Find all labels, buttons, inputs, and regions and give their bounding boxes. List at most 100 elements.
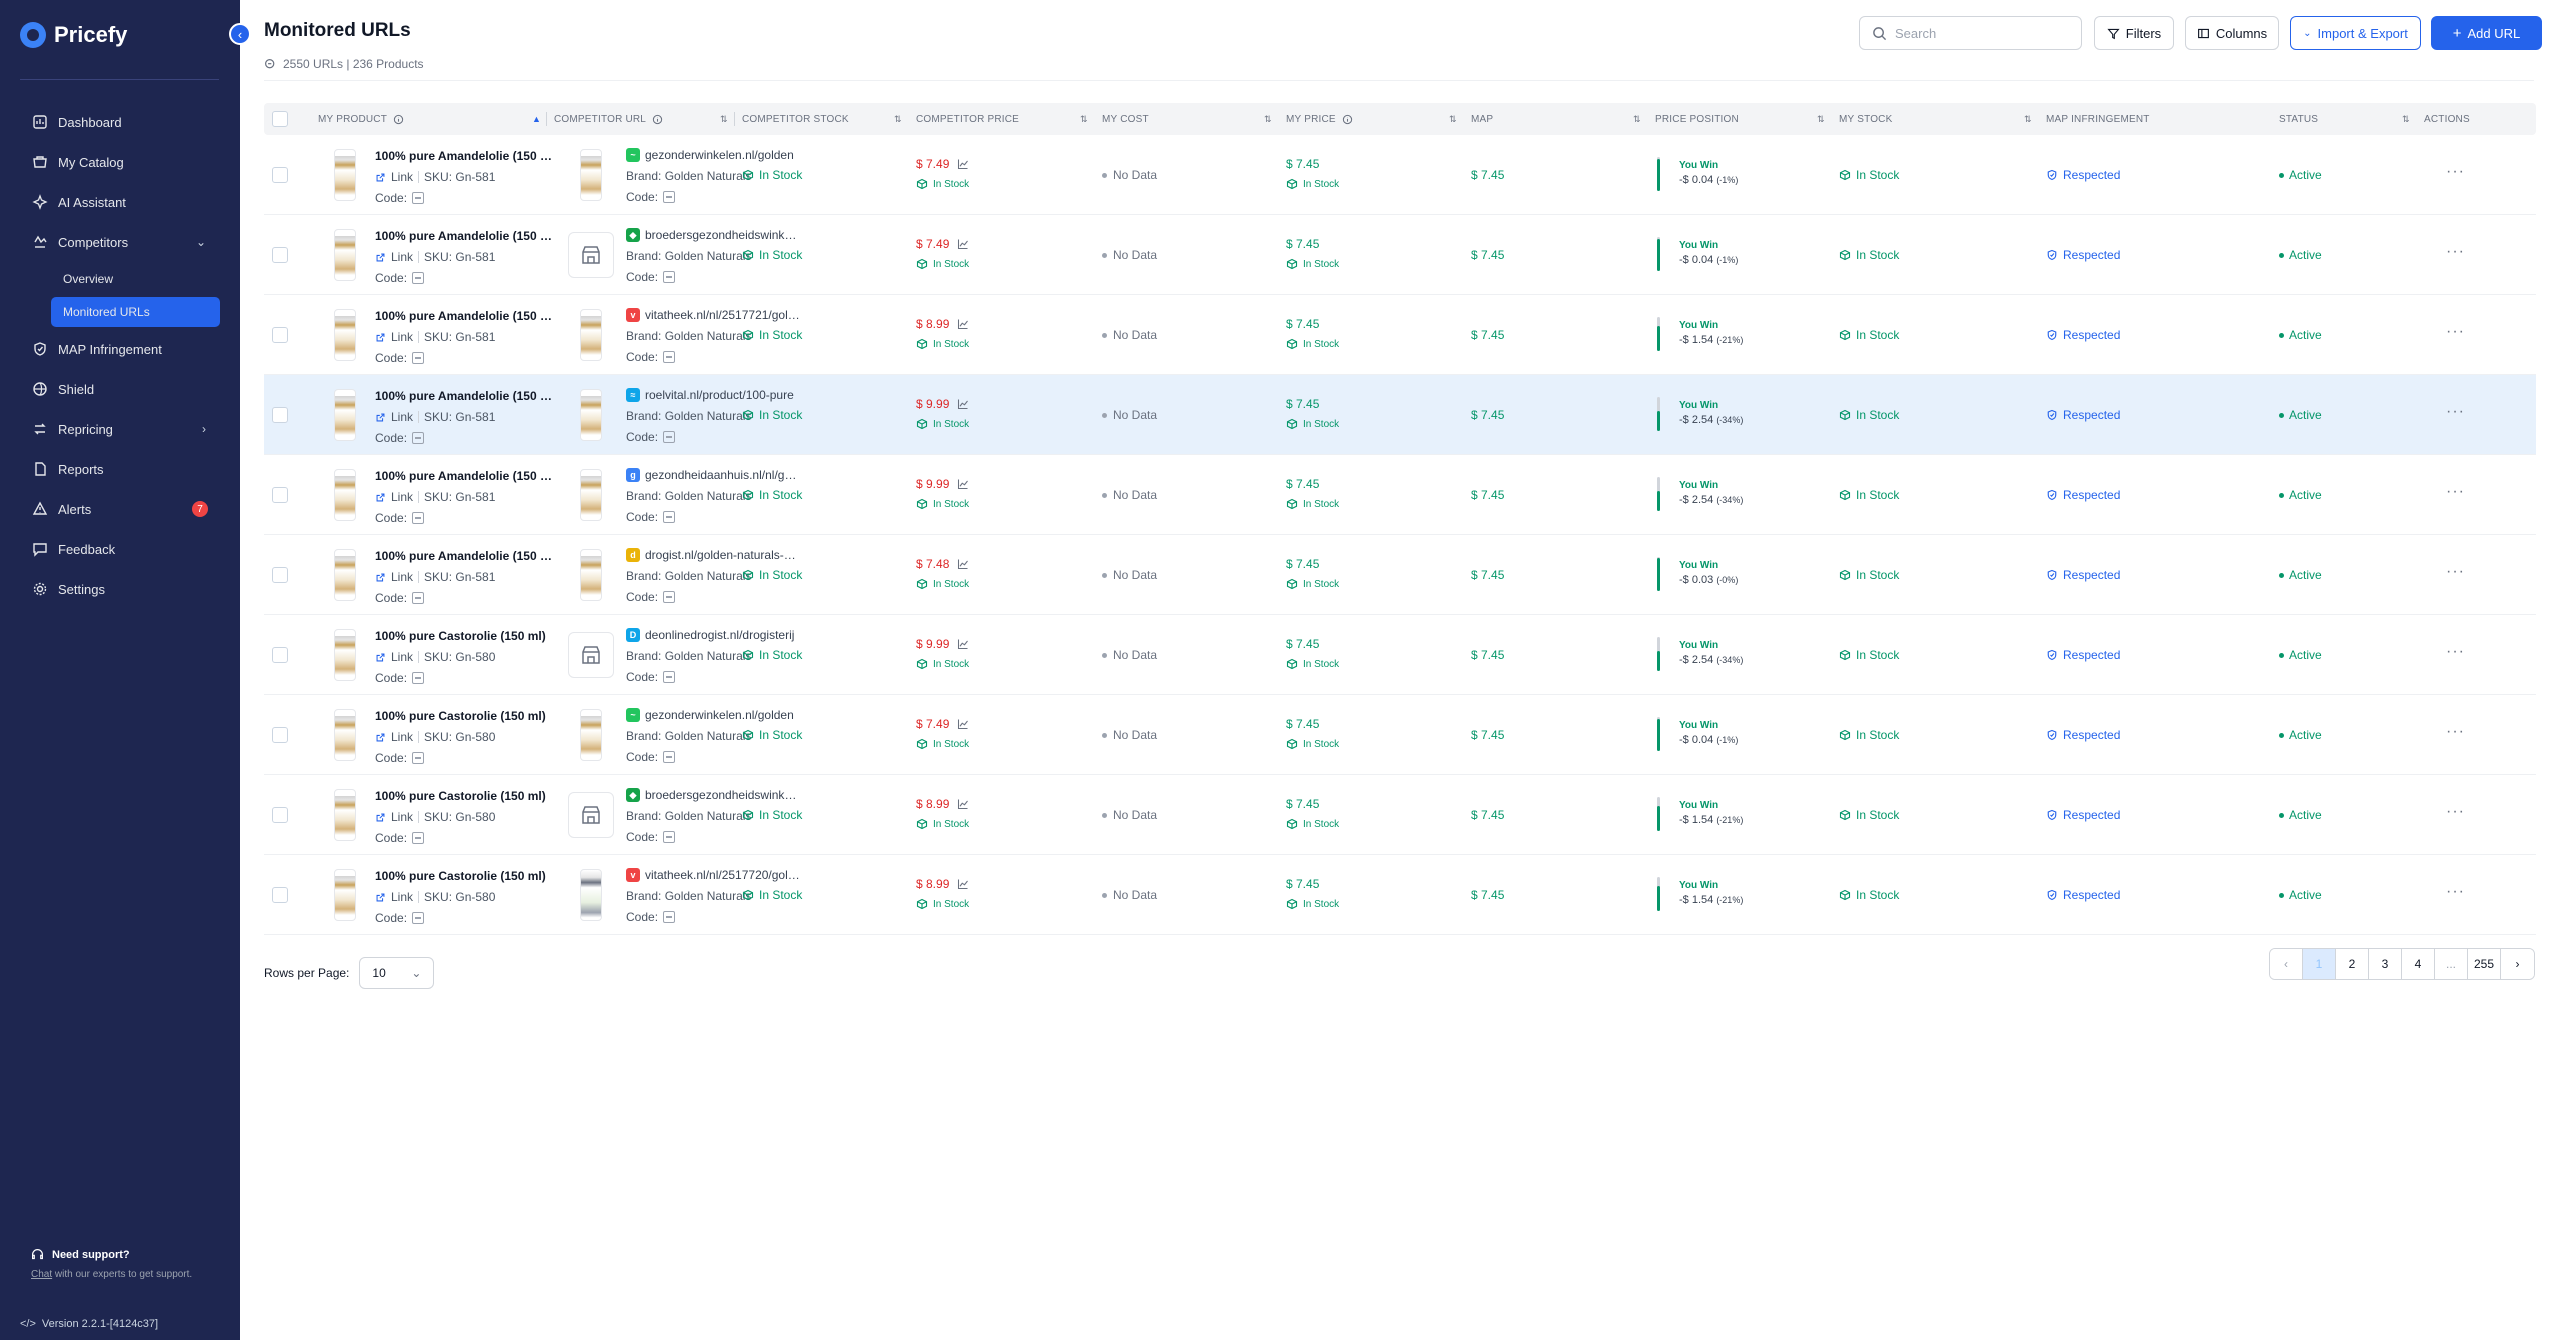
column-header-status[interactable]: STATUS: [2279, 103, 2318, 135]
price-history-icon[interactable]: [957, 558, 969, 570]
column-header-my-stock[interactable]: MY STOCK: [1839, 103, 1892, 135]
product-link[interactable]: Link: [391, 810, 413, 824]
product-link[interactable]: Link: [391, 170, 413, 184]
sort-icon[interactable]: ⇅: [1633, 114, 1641, 125]
column-header-competitor-price[interactable]: COMPETITOR PRICE: [916, 103, 1019, 135]
row-checkbox[interactable]: [272, 647, 288, 663]
competitor-url-link[interactable]: g gezondheidaanhuis.nl/nl/golden: [626, 468, 801, 482]
filters-button[interactable]: Filters: [2094, 16, 2174, 50]
competitor-url-link[interactable]: ◆ broedersgezondheidswinkel.nl: [626, 228, 801, 242]
table-row[interactable]: 100% pure Amandelolie (150 ml) Link SKU: G…: [264, 135, 2536, 215]
row-checkbox[interactable]: [272, 727, 288, 743]
table-row[interactable]: 100% pure Amandelolie (150 ml) Link SKU: G…: [264, 455, 2536, 535]
sort-icon[interactable]: ⇅: [1817, 114, 1825, 125]
row-actions-menu-icon[interactable]: ···: [2446, 643, 2465, 661]
table-row[interactable]: 100% pure Castorolie (150 ml) Link SKU: Gn…: [264, 615, 2536, 695]
table-row[interactable]: 100% pure Castorolie (150 ml) Link SKU: Gn…: [264, 775, 2536, 855]
product-name[interactable]: 100% pure Amandelolie (150 ml): [375, 229, 555, 243]
row-checkbox[interactable]: [272, 887, 288, 903]
row-actions-menu-icon[interactable]: ···: [2446, 723, 2465, 741]
sidebar-item-competitors[interactable]: Competitors ⌄: [20, 222, 220, 262]
previous-page-button[interactable]: ‹: [2270, 949, 2303, 979]
row-actions-menu-icon[interactable]: ···: [2446, 483, 2465, 501]
table-row[interactable]: 100% pure Amandelolie (150 ml) Link SKU: G…: [264, 375, 2536, 455]
sidebar-subitem-monitored-urls[interactable]: Monitored URLs: [51, 297, 220, 327]
product-link[interactable]: Link: [391, 890, 413, 904]
row-checkbox[interactable]: [272, 167, 288, 183]
product-link[interactable]: Link: [391, 250, 413, 264]
competitor-url-link[interactable]: v vitatheek.nl/nl/2517721/golden: [626, 308, 801, 322]
table-row[interactable]: 100% pure Castorolie (150 ml) Link SKU: Gn…: [264, 695, 2536, 775]
select-all-checkbox[interactable]: [272, 103, 288, 135]
columns-button[interactable]: Columns: [2185, 16, 2279, 50]
product-name[interactable]: 100% pure Amandelolie (150 ml): [375, 309, 555, 323]
sidebar-item-repricing[interactable]: Repricing ›: [20, 409, 220, 449]
product-name[interactable]: 100% pure Castorolie (150 ml): [375, 629, 555, 643]
sort-icon[interactable]: ⇅: [1080, 114, 1088, 125]
competitor-url-link[interactable]: v vitatheek.nl/nl/2517720/golden: [626, 868, 801, 882]
sort-icon[interactable]: ⇅: [2024, 114, 2032, 125]
row-actions-menu-icon[interactable]: ···: [2446, 403, 2465, 421]
collapse-sidebar-button[interactable]: ‹: [229, 23, 251, 45]
product-link[interactable]: Link: [391, 410, 413, 424]
row-actions-menu-icon[interactable]: ···: [2446, 323, 2465, 341]
column-header-my-price[interactable]: MY PRICE: [1286, 103, 1353, 135]
column-header-competitor-url[interactable]: COMPETITOR URL: [554, 103, 663, 135]
column-header-my-product[interactable]: MY PRODUCT: [318, 103, 404, 135]
competitor-url-link[interactable]: ~ gezonderwinkelen.nl/golden: [626, 148, 801, 162]
row-actions-menu-icon[interactable]: ···: [2446, 883, 2465, 901]
sidebar-item-dashboard[interactable]: Dashboard: [20, 102, 220, 142]
sort-icon[interactable]: ⇅: [720, 114, 728, 125]
product-name[interactable]: 100% pure Castorolie (150 ml): [375, 789, 555, 803]
row-checkbox[interactable]: [272, 567, 288, 583]
price-history-icon[interactable]: [957, 318, 969, 330]
sort-icon[interactable]: ⇅: [2402, 114, 2410, 125]
product-name[interactable]: 100% pure Amandelolie (150 ml): [375, 549, 555, 563]
row-actions-menu-icon[interactable]: ···: [2446, 243, 2465, 261]
price-history-icon[interactable]: [957, 398, 969, 410]
row-checkbox[interactable]: [272, 487, 288, 503]
page-button[interactable]: 3: [2369, 949, 2402, 979]
column-header-actions[interactable]: ACTIONS: [2424, 103, 2470, 135]
table-row[interactable]: 100% pure Amandelolie (150 ml) Link SKU: G…: [264, 295, 2536, 375]
row-checkbox[interactable]: [272, 407, 288, 423]
table-row[interactable]: 100% pure Castorolie (150 ml) Link SKU: Gn…: [264, 855, 2536, 935]
sidebar-item-settings[interactable]: Settings: [20, 569, 220, 609]
competitor-url-link[interactable]: ≈ roelvital.nl/product/100-pure: [626, 388, 801, 402]
product-link[interactable]: Link: [391, 330, 413, 344]
row-checkbox[interactable]: [272, 327, 288, 343]
sidebar-item-my-catalog[interactable]: My Catalog: [20, 142, 220, 182]
product-name[interactable]: 100% pure Amandelolie (150 ml): [375, 389, 555, 403]
sort-icon[interactable]: ⇅: [1264, 114, 1272, 125]
support-chat-link[interactable]: Chat: [31, 1269, 52, 1280]
sidebar-subitem-overview[interactable]: Overview: [20, 262, 220, 295]
sort-icon[interactable]: ⇅: [894, 114, 902, 125]
sidebar-item-feedback[interactable]: Feedback: [20, 529, 220, 569]
next-page-button[interactable]: ›: [2501, 949, 2534, 979]
add-url-button[interactable]: + Add URL: [2431, 16, 2542, 50]
price-history-icon[interactable]: [957, 478, 969, 490]
product-link[interactable]: Link: [391, 490, 413, 504]
sidebar-item-ai-assistant[interactable]: AI Assistant: [20, 182, 220, 222]
product-link[interactable]: Link: [391, 570, 413, 584]
competitor-url-link[interactable]: Ddeonlinedrogist.nl/drogisterij: [626, 628, 801, 642]
column-header-competitor-stock[interactable]: COMPETITOR STOCK: [742, 103, 849, 135]
sort-icon[interactable]: ⇅: [1449, 114, 1457, 125]
price-history-icon[interactable]: [957, 238, 969, 250]
product-link[interactable]: Link: [391, 650, 413, 664]
price-history-icon[interactable]: [957, 798, 969, 810]
product-name[interactable]: 100% pure Castorolie (150 ml): [375, 869, 555, 883]
row-actions-menu-icon[interactable]: ···: [2446, 163, 2465, 181]
table-row[interactable]: 100% pure Amandelolie (150 ml) Link SKU: G…: [264, 535, 2536, 615]
column-header-map-infringement[interactable]: MAP INFRINGEMENT: [2046, 103, 2150, 135]
price-history-icon[interactable]: [957, 158, 969, 170]
column-header-price-position[interactable]: PRICE POSITION: [1655, 103, 1739, 135]
sort-icon[interactable]: ▲: [532, 114, 541, 124]
page-button[interactable]: 1: [2303, 949, 2336, 979]
row-checkbox[interactable]: [272, 247, 288, 263]
product-link[interactable]: Link: [391, 730, 413, 744]
competitor-url-link[interactable]: d drogist.nl/golden-naturals-100: [626, 548, 801, 562]
price-history-icon[interactable]: [957, 718, 969, 730]
competitor-url-link[interactable]: ◆ broedersgezondheidswinkel.nl: [626, 788, 801, 802]
competitor-url-link[interactable]: ~ gezonderwinkelen.nl/golden: [626, 708, 801, 722]
